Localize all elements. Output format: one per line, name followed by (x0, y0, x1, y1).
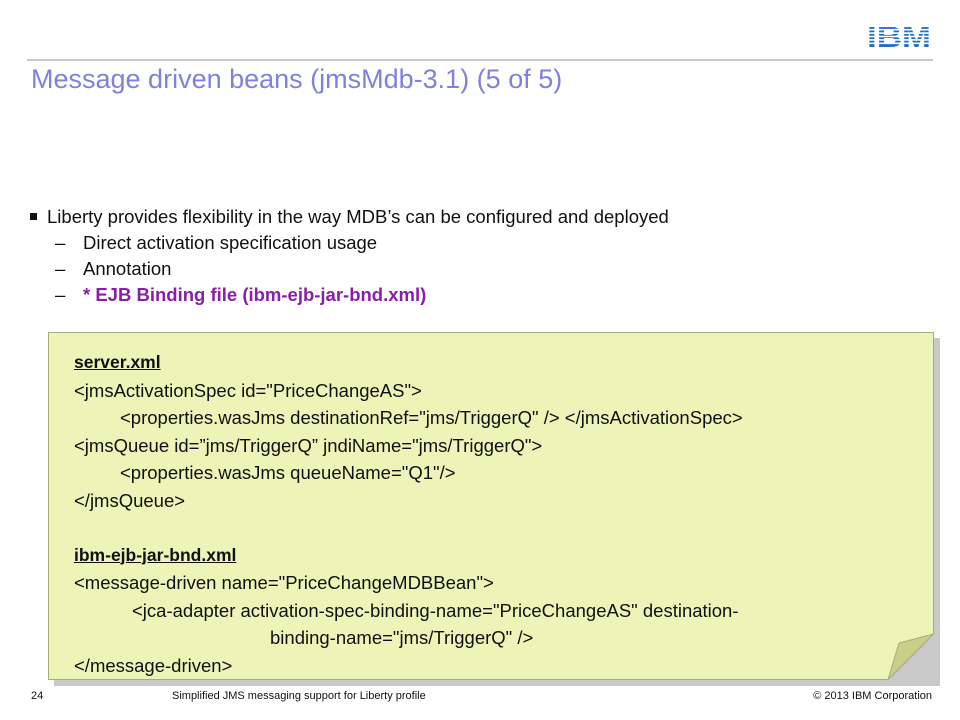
code-line: <jca-adapter activation-spec-binding-nam… (132, 599, 739, 621)
header-rule (27, 59, 933, 61)
code-line: <jmsQueue id=”jms/TriggerQ” jndiName="jm… (74, 434, 543, 456)
sub-bullet-ejb-binding: – * EJB Binding file (ibm-ejb-jar-bnd.xm… (30, 282, 910, 308)
dash-marker: – (55, 258, 66, 279)
sub-bullet-direct: – Direct activation specification usage (30, 230, 910, 256)
ibm-logo: IBM (866, 22, 932, 50)
slide-title: Message driven beans (jmsMdb-3.1) (5 of … (31, 64, 563, 94)
page-number: 24 (31, 690, 44, 702)
binding-file-heading: ibm-ejb-jar-bnd.xml (74, 544, 237, 565)
bullet-main-text: Liberty provides flexibility in the way … (47, 206, 669, 227)
sub-bullet-annotation: – Annotation (30, 256, 910, 282)
sub-bullet-text-highlighted: * EJB Binding file (ibm-ejb-jar-bnd.xml) (83, 284, 427, 305)
dash-marker: – (55, 284, 66, 305)
code-block: server.xml <jmsActivationSpec id="PriceC… (74, 349, 743, 679)
code-line: <properties.wasJms queueName="Q1"/> (120, 462, 456, 483)
sub-bullet-text: Annotation (83, 258, 172, 279)
dash-marker: – (55, 232, 66, 253)
square-bullet-icon (30, 213, 37, 220)
sub-bullet-text: Direct activation specification usage (83, 232, 378, 253)
code-line: </message-driven> (74, 654, 233, 676)
footer-course-title: Simplified JMS messaging support for Lib… (172, 690, 426, 702)
server-xml-heading: server.xml (74, 352, 161, 372)
footer-copyright: © 2013 IBM Corporation (813, 690, 932, 702)
code-line: <message-driven name="PriceChangeMDBBean… (74, 572, 494, 593)
code-line: binding-name="jms/TriggerQ" /> (270, 627, 534, 648)
bullet-list: Liberty provides flexibility in the way … (30, 204, 910, 308)
code-line: <jmsActivationSpec id="PriceChangeAS"> (74, 379, 422, 401)
code-line: </jmsQueue> (74, 489, 186, 511)
code-line: <properties.wasJms destinationRef="jms/T… (120, 407, 743, 428)
bullet-main: Liberty provides flexibility in the way … (30, 204, 910, 230)
